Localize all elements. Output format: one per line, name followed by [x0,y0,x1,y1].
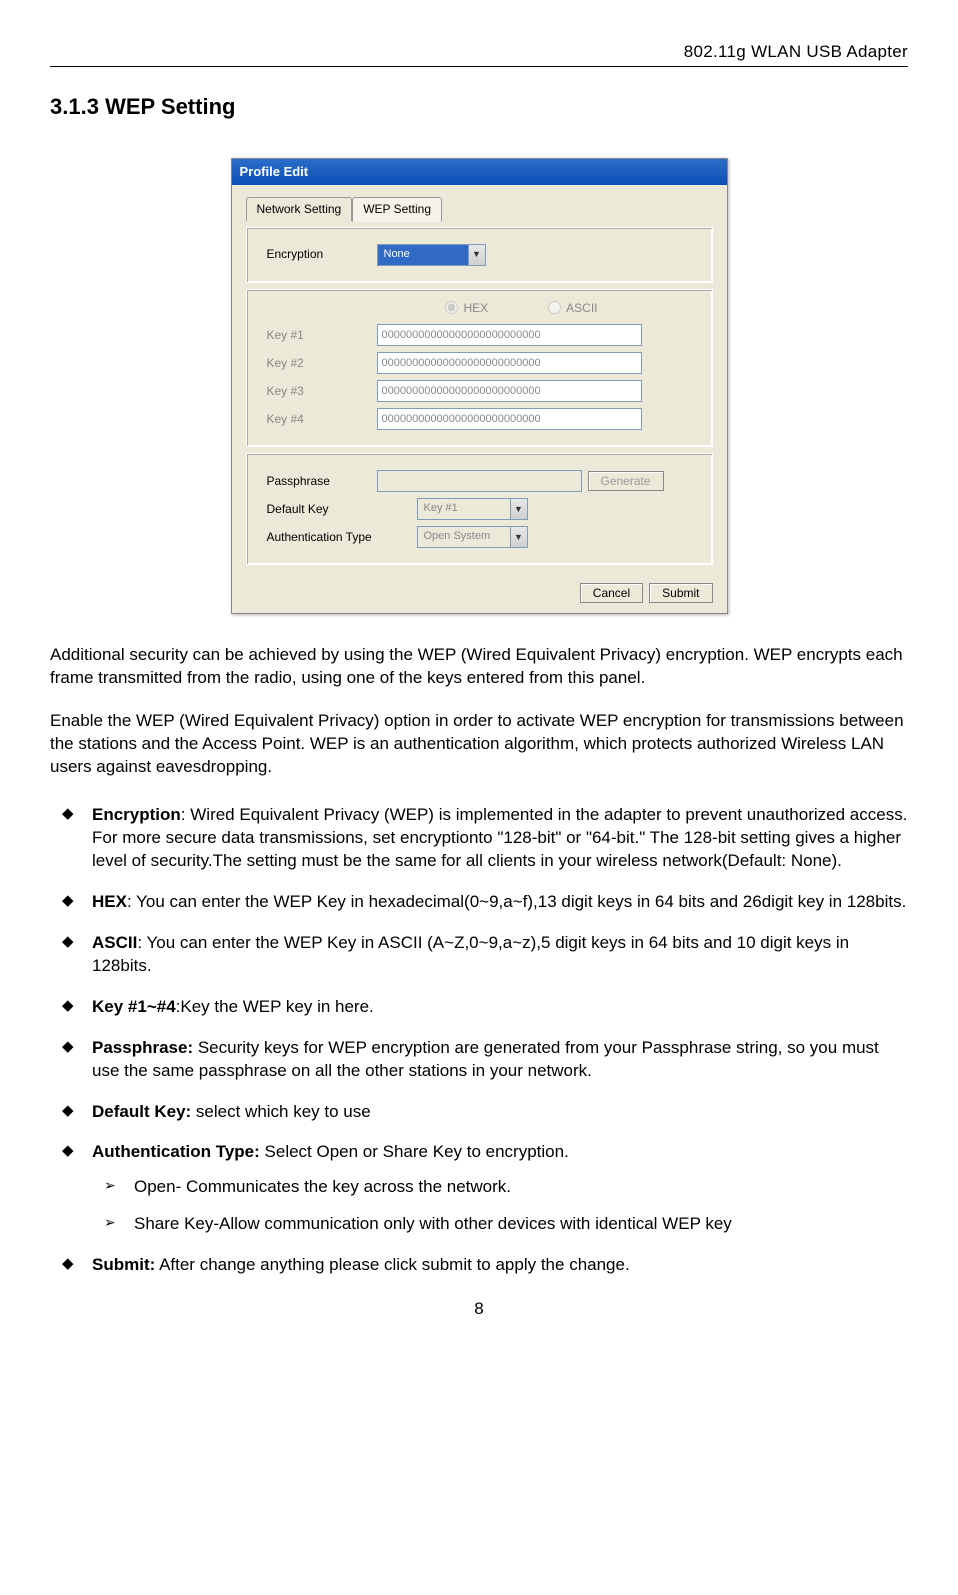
generate-button[interactable]: Generate [588,471,664,491]
key3-label: Key #3 [259,383,377,400]
intro-paragraph-2: Enable the WEP (Wired Equivalent Privacy… [50,710,908,779]
defaultkey-dropdown[interactable]: Key #1 ▼ [417,498,528,520]
list-item: Authentication Type: Select Open or Shar… [50,1141,908,1236]
dialog-screenshot: Profile Edit Network Setting WEP Setting… [50,158,908,615]
dialog-titlebar: Profile Edit [232,159,727,185]
list-item: Passphrase: Security keys for WEP encryp… [50,1037,908,1083]
passphrase-label: Passphrase [259,473,377,490]
radio-ascii[interactable]: ASCII [548,300,597,317]
sub-list-item: Share Key-Allow communication only with … [92,1213,908,1236]
encryption-label: Encryption [259,246,377,263]
list-item: HEX: You can enter the WEP Key in hexade… [50,891,908,914]
dialog-button-row: Cancel Submit [232,575,727,613]
list-item: ASCII: You can enter the WEP Key in ASCI… [50,932,908,978]
key4-input[interactable] [377,408,642,430]
chevron-down-icon: ▼ [510,527,527,547]
authtype-dropdown[interactable]: Open System ▼ [417,526,528,548]
key1-label: Key #1 [259,327,377,344]
radio-ascii-input[interactable] [548,301,561,314]
defaultkey-label: Default Key [259,501,417,518]
key2-label: Key #2 [259,355,377,372]
list-item: Encryption: Wired Equivalent Privacy (WE… [50,804,908,873]
product-name: 802.11g WLAN USB Adapter [684,42,908,61]
page-number: 8 [50,1297,908,1321]
cancel-button[interactable]: Cancel [580,583,643,603]
profile-edit-dialog: Profile Edit Network Setting WEP Setting… [231,158,728,615]
intro-paragraph-1: Additional security can be achieved by u… [50,644,908,690]
encryption-dropdown[interactable]: None ▼ [377,244,486,266]
tab-strip: Network Setting WEP Setting [246,197,713,221]
key3-input[interactable] [377,380,642,402]
submit-button[interactable]: Submit [649,583,712,603]
list-item: Default Key: select which key to use [50,1101,908,1124]
feature-list: Encryption: Wired Equivalent Privacy (WE… [50,804,908,1277]
sub-list-item: Open- Communicates the key across the ne… [92,1176,908,1199]
auth-sublist: Open- Communicates the key across the ne… [92,1176,908,1236]
list-item: Submit: After change anything please cli… [50,1254,908,1277]
chevron-down-icon: ▼ [510,499,527,519]
keys-group: HEX ASCII Key #1 Key #2 [246,289,713,448]
passphrase-input[interactable] [377,470,582,492]
key4-label: Key #4 [259,411,377,428]
authtype-label: Authentication Type [259,529,417,546]
tab-wep-setting[interactable]: WEP Setting [352,197,442,222]
radio-hex[interactable]: HEX [445,300,488,317]
section-heading: 3.1.3 WEP Setting [50,92,908,123]
list-item: Key #1~#4:Key the WEP key in here. [50,996,908,1019]
tab-network-setting[interactable]: Network Setting [246,197,353,221]
page-header: 802.11g WLAN USB Adapter [50,40,908,67]
key2-input[interactable] [377,352,642,374]
encryption-group: Encryption None ▼ [246,227,713,283]
radio-hex-input[interactable] [445,301,458,314]
settings-group: Passphrase Generate Default Key Key #1 ▼… [246,453,713,565]
chevron-down-icon: ▼ [468,245,485,265]
key1-input[interactable] [377,324,642,346]
